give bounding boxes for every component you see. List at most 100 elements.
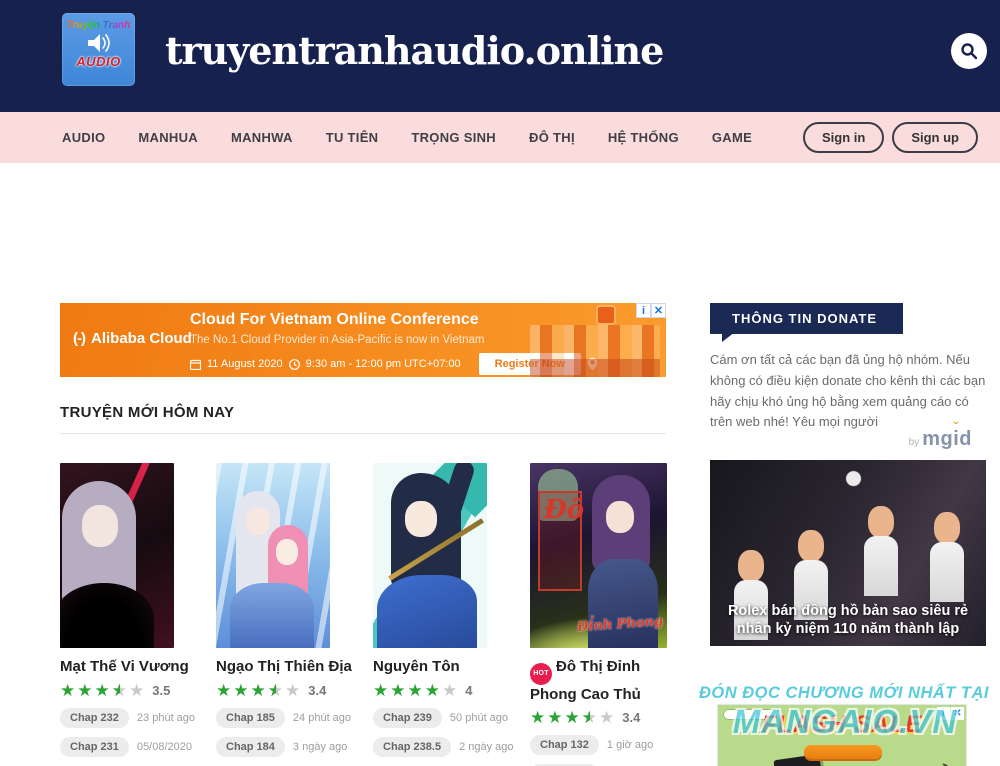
mgid-attribution[interactable]: bymgid (710, 428, 972, 451)
nav-item-audio[interactable]: AUDIO (62, 130, 105, 145)
star-icon: ★ (408, 682, 423, 699)
chapter-row: Chap 23223 phút ago (60, 708, 197, 728)
sign-up-button[interactable]: Sign up (892, 122, 978, 153)
rating-stars: ★★★★★4 (373, 682, 510, 699)
nav-item-trọng-sinh[interactable]: TRỌNG SINH (411, 130, 496, 145)
rolex-native-ad[interactable]: Rolex bán đồng hồ bản sao siêu rẻ nhân k… (710, 460, 986, 646)
flash-sale-ad[interactable]: FLASH SALE i ✕ (718, 705, 966, 766)
chapter-chip[interactable]: Chap 239 (373, 708, 442, 728)
star-icon: ★ (442, 682, 457, 699)
chapter-time: 05/08/2020 (137, 741, 192, 753)
mgid-logo: mgid (922, 428, 972, 450)
chapter-chip[interactable]: Chap 132 (530, 735, 599, 755)
rating-stars: ★★★★★3.5 (60, 682, 197, 699)
nav-item-đô-thị[interactable]: ĐÔ THỊ (529, 130, 575, 145)
ad-title: Cloud For Vietnam Online Conference (190, 311, 479, 329)
manga-cover[interactable]: ĐôĐỉnh Phong (530, 463, 667, 648)
adchoices-info-icon[interactable]: i (636, 303, 651, 318)
header: Truyện Tranh AUDIO truyentranhaudio.onli… (0, 0, 1000, 112)
alibaba-cloud-logo: (-) Alibaba Cloud (73, 330, 192, 347)
site-title[interactable]: truyentranhaudio.online (165, 28, 663, 73)
chapter-list: Chap 1321 giờ agoChap 13105/08/2020 (530, 735, 667, 766)
chapter-time: 2 ngày ago (459, 741, 513, 753)
manga-card: ĐôĐỉnh Phong HOTĐô Thị Đỉnh Phong Cao Th… (530, 463, 667, 766)
nav-item-hệ-thống[interactable]: HỆ THỐNG (608, 130, 679, 145)
section-title-new-today: TRUYỆN MỚI HÔM NAY (60, 404, 234, 421)
calendar-icon (190, 359, 201, 370)
star-icon: ★ (390, 682, 405, 699)
nav-item-manhua[interactable]: MANHUA (138, 130, 198, 145)
auth-buttons: Sign in Sign up (803, 122, 978, 153)
sign-in-button[interactable]: Sign in (803, 122, 884, 153)
manga-title[interactable]: Nguyên Tôn (373, 657, 510, 677)
star-icon: ★ (373, 682, 388, 699)
ad-time: 9:30 am - 12:00 pm UTC+07:00 (306, 358, 461, 370)
chapter-row: Chap 132 1 giờ ago (530, 735, 667, 755)
star-icon: ★ (285, 682, 300, 699)
main-nav: AUDIO MANHUA MANHWA TU TIÊN TRỌNG SINH ĐÔ THỊ… (0, 112, 1000, 163)
chapter-row: Chap 238.5 2 ngày ago (373, 737, 510, 757)
alibaba-ad-banner[interactable]: (-) Alibaba Cloud Cloud For Vietnam Onli… (60, 303, 666, 377)
manga-title[interactable]: Mạt Thế Vi Vương (60, 657, 197, 677)
chapter-time: 50 phút ago (450, 712, 508, 724)
manga-title[interactable]: Ngạo Thị Thiên Địa (216, 657, 353, 677)
chapter-row: Chap 239 50 phút ago (373, 708, 510, 728)
adchoices-controls: i ✕ (937, 707, 964, 720)
nav-item-manhwa[interactable]: MANHWA (231, 130, 293, 145)
star-icon: ★ (129, 682, 144, 699)
chapter-chip[interactable]: Chap 184 (216, 737, 285, 757)
ad-date: 11 August 2020 (207, 358, 283, 370)
chapter-row: Chap 18524 phút ago (216, 708, 353, 728)
chapter-row: Chap 184 3 ngày ago (216, 737, 353, 757)
alibaba-brand-text: Alibaba Cloud (91, 330, 192, 347)
adchoices-close-icon[interactable]: ✕ (651, 303, 666, 318)
ad-subtitle: The No.1 Cloud Provider in Asia-Pacific … (190, 334, 484, 346)
adchoices-controls: i ✕ (636, 303, 666, 318)
manga-card: Mạt Thế Vi Vương ★★★★★3.5 Chap 23223 phú… (60, 463, 197, 757)
star-icon: ★ (530, 709, 545, 726)
native-ad-caption[interactable]: Rolex bán đồng hồ bản sao siêu rẻ nhân k… (716, 602, 980, 638)
star-icon: ★ (251, 682, 266, 699)
manga-cover[interactable] (60, 463, 174, 648)
hot-badge: HOT (530, 663, 552, 685)
nav-item-game[interactable]: GAME (712, 130, 752, 145)
star-icon: ★ (216, 682, 231, 699)
star-icon: ★ (112, 682, 127, 699)
mgid-by-label: by (909, 437, 920, 448)
chapter-chip[interactable]: Chap 232 (60, 708, 129, 728)
cover-art-shape (276, 539, 298, 565)
manga-card: Ngạo Thị Thiên Địa ★★★★★3.4 Chap 18524 p… (216, 463, 353, 757)
clock-icon (289, 359, 300, 370)
chapter-list: Chap 18524 phút ago Chap 184 3 ngày ago (216, 708, 353, 757)
site-logo[interactable]: Truyện Tranh AUDIO (62, 13, 135, 86)
star-icon: ★ (582, 709, 597, 726)
chapter-time: 1 giờ ago (607, 739, 653, 751)
cable-graphic (885, 758, 952, 766)
donate-header-tail (722, 332, 735, 342)
cover-art-shape (60, 583, 154, 648)
city-skyline-graphic (530, 325, 660, 377)
star-icon: ★ (599, 709, 614, 726)
adchoices-info-icon[interactable]: i (937, 707, 950, 720)
logo-text-truyen-tranh: Truyện Tranh (62, 20, 135, 31)
chapter-time: 3 ngày ago (293, 741, 347, 753)
chapter-chip[interactable]: Chap 238.5 (373, 737, 451, 757)
flash-sale-title: FLASH SALE (718, 711, 966, 739)
cover-art-shape: Đô (544, 499, 584, 522)
nav-item-tu-tiên[interactable]: TU TIÊN (326, 130, 379, 145)
search-button[interactable] (951, 33, 987, 69)
manga-cover[interactable] (373, 463, 487, 648)
rating-value: 3.4 (622, 710, 640, 725)
chapter-chip[interactable]: Chap 231 (60, 737, 129, 757)
rating-value: 4 (465, 683, 472, 698)
adchoices-close-icon[interactable]: ✕ (951, 707, 964, 720)
cover-art-shape (588, 559, 658, 648)
star-icon: ★ (77, 682, 92, 699)
page: Truyện Tranh AUDIO truyentranhaudio.onli… (0, 0, 1000, 766)
manga-card: Nguyên Tôn ★★★★★4 Chap 23950 phút agoCha… (373, 463, 510, 757)
star-icon: ★ (565, 709, 580, 726)
manga-title[interactable]: HOTĐô Thị Đỉnh Phong Cao Thủ (530, 657, 667, 704)
manga-cover[interactable] (216, 463, 330, 648)
ad-flag-graphic (598, 307, 614, 323)
chapter-chip[interactable]: Chap 185 (216, 708, 285, 728)
